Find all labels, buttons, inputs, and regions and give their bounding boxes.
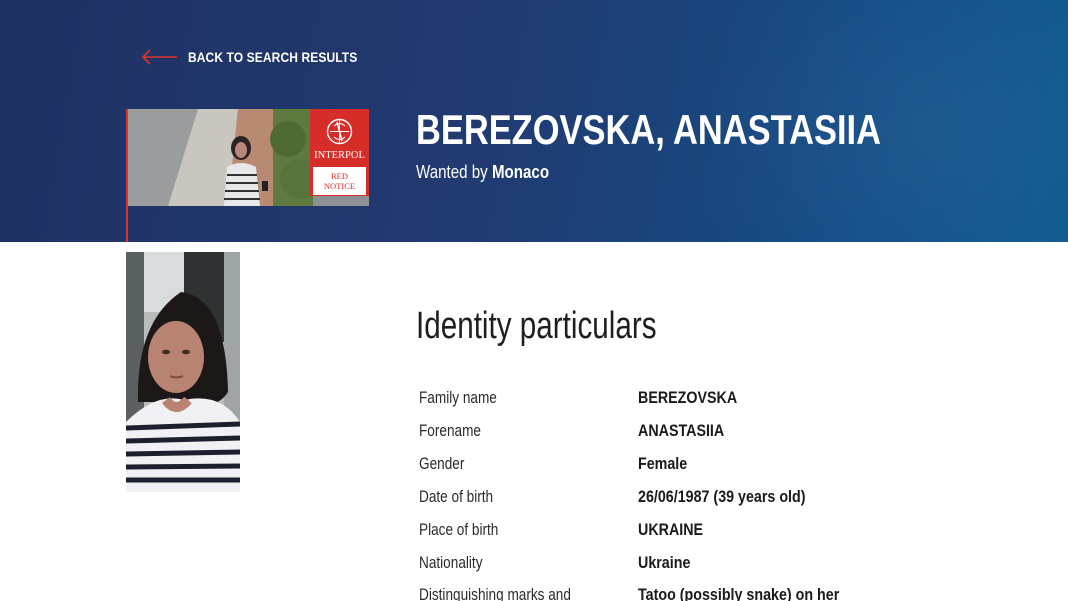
badge-notice-label: RED NOTICE bbox=[313, 167, 366, 195]
notice-header: BACK TO SEARCH RESULTS INTERPOL RED NOTI… bbox=[0, 0, 1068, 242]
badge-org-label: INTERPOL bbox=[314, 150, 365, 161]
field-value: BEREZOVSKA bbox=[638, 388, 738, 407]
field-label: Forename bbox=[419, 421, 481, 440]
interpol-emblem-icon bbox=[326, 118, 353, 145]
field-value: Tatoo (possibly snake) on her bbox=[638, 585, 840, 601]
identity-row-distinguishing-marks: Distinguishing marks and Tatoo (possibly… bbox=[419, 582, 1019, 601]
field-label: Family name bbox=[419, 388, 497, 407]
badge-notice-text: NOTICE bbox=[323, 181, 356, 191]
identity-row-nationality: Nationality Ukraine bbox=[419, 550, 1019, 576]
back-to-search-link[interactable]: BACK TO SEARCH RESULTS bbox=[140, 46, 385, 68]
identity-row-gender: Gender Female bbox=[419, 451, 1019, 477]
field-value: Ukraine bbox=[638, 553, 691, 572]
field-label: Place of birth bbox=[419, 520, 499, 539]
arrow-left-icon bbox=[141, 49, 177, 65]
red-notice-badge: INTERPOL RED NOTICE bbox=[310, 109, 369, 196]
field-label: Nationality bbox=[419, 553, 483, 572]
badge-red-text: RED bbox=[331, 171, 348, 181]
wanted-by: Wanted by Monaco bbox=[416, 160, 549, 184]
wanted-by-prefix: Wanted by bbox=[416, 162, 488, 182]
person-name: BEREZOVSKA, ANASTASIIA bbox=[416, 106, 881, 153]
identity-row-place-of-birth: Place of birth UKRAINE bbox=[419, 517, 1019, 543]
portrait-photo bbox=[126, 252, 240, 492]
field-label: Gender bbox=[419, 454, 465, 473]
field-value: Female bbox=[638, 454, 688, 473]
back-link-label: BACK TO SEARCH RESULTS bbox=[188, 49, 358, 65]
identity-row-family-name: Family name BEREZOVSKA bbox=[419, 385, 1019, 411]
field-value: 26/06/1987 (39 years old) bbox=[638, 487, 806, 506]
field-value: UKRAINE bbox=[638, 520, 704, 539]
field-label: Distinguishing marks and bbox=[419, 585, 571, 601]
field-value: ANASTASIIA bbox=[638, 421, 725, 440]
identity-row-date-of-birth: Date of birth 26/06/1987 (39 years old) bbox=[419, 484, 1019, 510]
wanted-by-country: Monaco bbox=[491, 162, 550, 182]
identity-row-forename: Forename ANASTASIIA bbox=[419, 418, 1019, 444]
identity-section-title: Identity particulars bbox=[416, 305, 657, 347]
field-label: Date of birth bbox=[419, 487, 494, 506]
